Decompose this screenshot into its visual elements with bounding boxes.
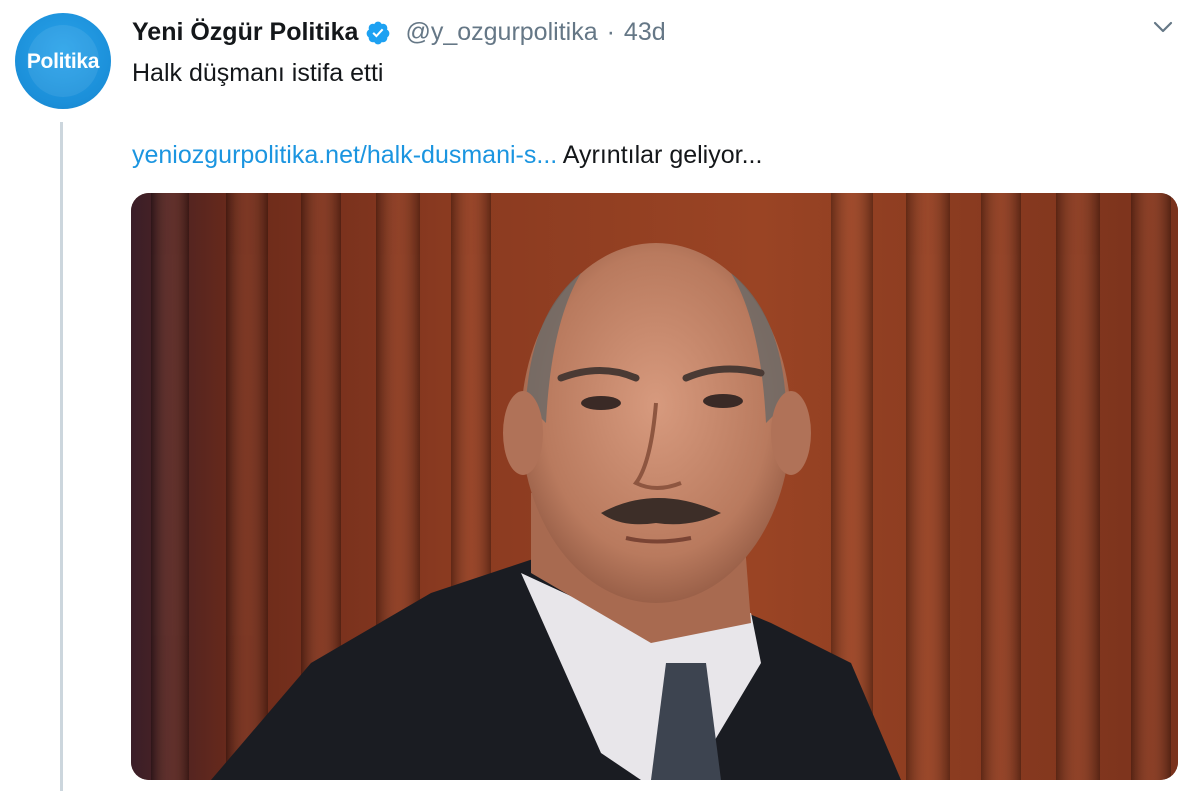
tweet-link-trailing-text: Ayrıntılar geliyor... xyxy=(562,141,763,169)
thread-line xyxy=(60,122,63,791)
author-handle[interactable]: @y_ozgurpolitika xyxy=(405,18,597,47)
separator-dot: · xyxy=(606,17,615,46)
avatar[interactable]: Politika xyxy=(15,13,111,109)
tweet-link-line: yeniozgurpolitika.net/halk-dusmani-s... … xyxy=(132,141,762,170)
tweet-link[interactable]: yeniozgurpolitika.net/halk-dusmani-s... xyxy=(132,141,557,169)
tweet-header: Yeni Özgür Politika @y_ozgurpolitika · 4… xyxy=(132,14,666,50)
tweet-text: Halk düşmanı istifa etti xyxy=(132,59,384,87)
verified-badge-icon xyxy=(367,21,390,45)
author-display-name[interactable]: Yeni Özgür Politika xyxy=(132,18,358,47)
tweet-timestamp[interactable]: 43d xyxy=(624,18,666,47)
tweet-media-photo[interactable] xyxy=(131,193,1178,780)
photo-illustration xyxy=(131,193,1178,780)
chevron-down-icon[interactable] xyxy=(1150,16,1176,38)
avatar-logo-text: Politika xyxy=(26,50,100,73)
tweet[interactable]: Politika Yeni Özgür Politika @y_ozgurpol… xyxy=(0,0,1200,791)
